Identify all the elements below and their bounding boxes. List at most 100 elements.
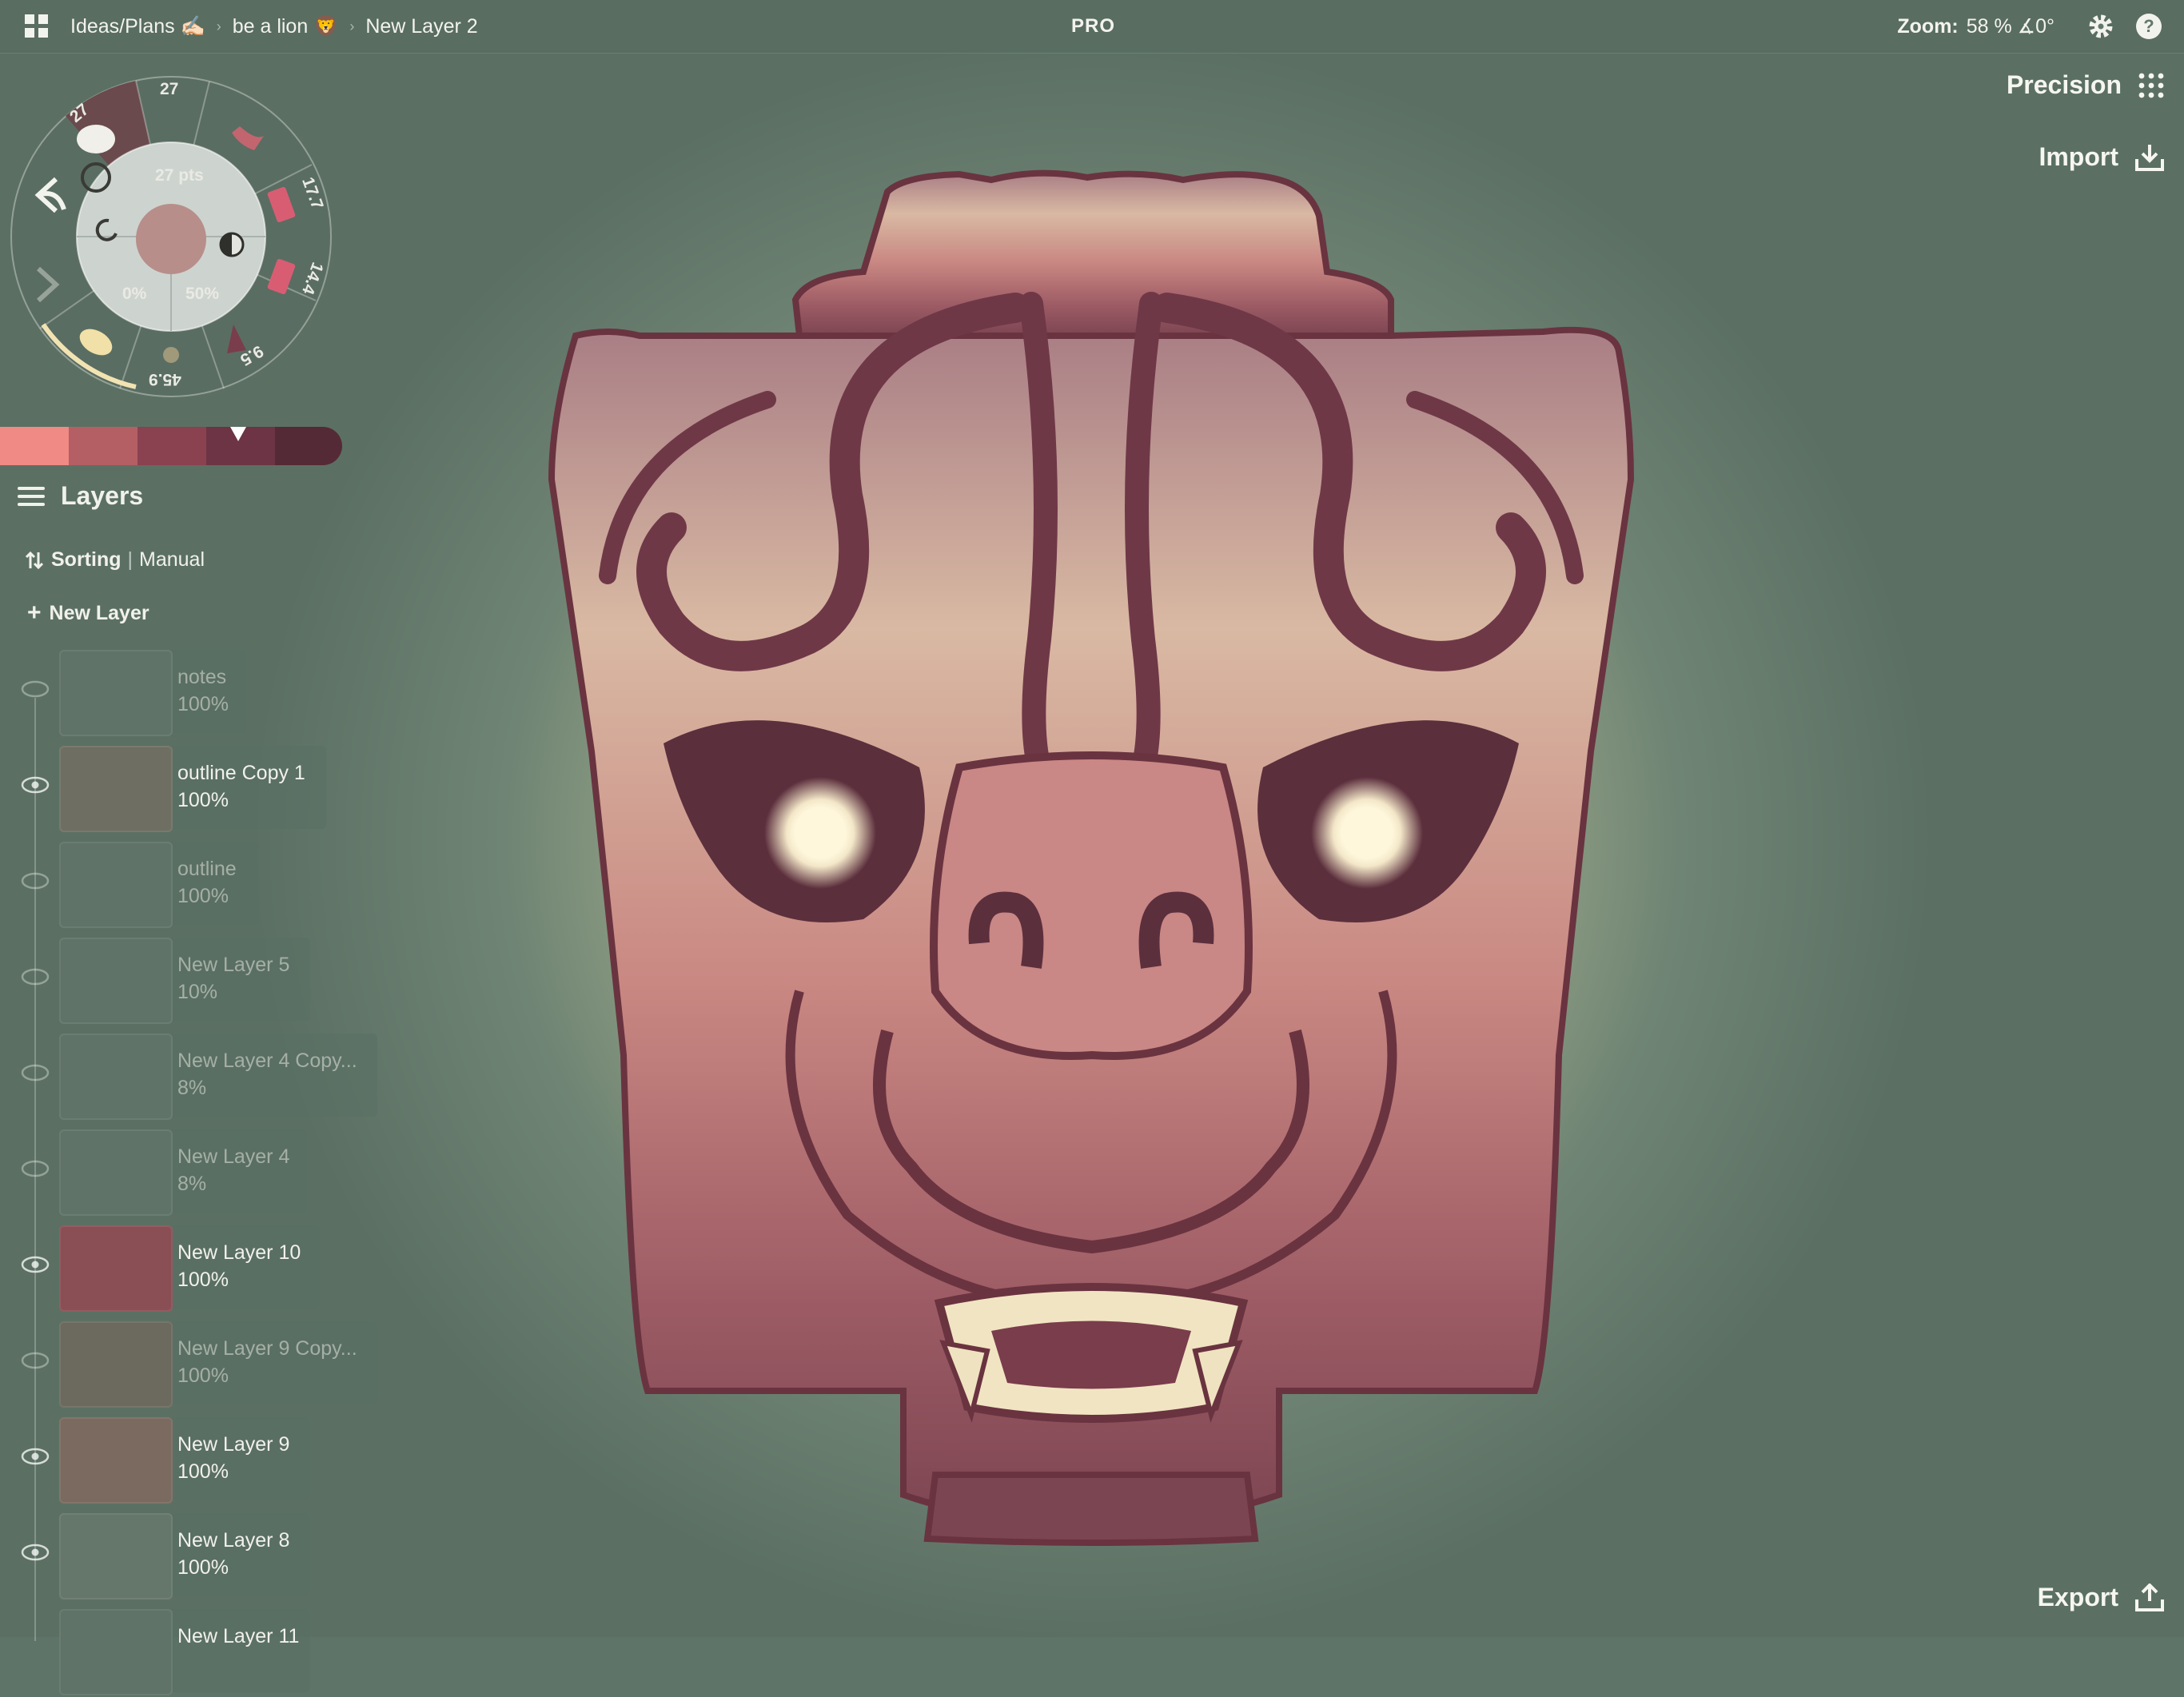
layer-opacity: 100%: [177, 1364, 229, 1387]
tool-size-label: 45.9: [149, 370, 181, 388]
eye-icon[interactable]: [21, 776, 50, 794]
layers-title: Layers: [61, 481, 144, 510]
top-bar: Ideas/Plans ✍🏻 › be a lion 🦁 › New Layer…: [0, 0, 2184, 54]
layer-row[interactable]: outline 100%: [0, 842, 384, 930]
layer-name: New Layer 10: [177, 1241, 301, 1264]
layer-name: New Layer 9: [177, 1433, 290, 1456]
export-label: Export: [2037, 1583, 2118, 1611]
layer-opacity: 100%: [177, 885, 229, 907]
layer-row[interactable]: New Layer 9 Copy... 100%: [0, 1321, 384, 1409]
breadcrumb: Ideas/Plans ✍🏻 › be a lion 🦁 › New Layer…: [70, 0, 478, 53]
color-history-strip[interactable]: [0, 427, 342, 465]
layer-row[interactable]: notes 100%: [0, 650, 384, 738]
layer-thumbnail[interactable]: [59, 1034, 173, 1120]
color-swatch[interactable]: [275, 427, 342, 465]
layer-opacity: 100%: [177, 693, 229, 715]
active-brush-icon[interactable]: [77, 125, 115, 153]
layers-icon: [18, 486, 45, 506]
size-value: 27 pts: [155, 166, 204, 185]
smoothing-value[interactable]: 50%: [185, 285, 219, 304]
layer-name: notes: [177, 666, 227, 688]
layer-name: New Layer 4 Copy...: [177, 1050, 357, 1072]
layer-name: New Layer 4: [177, 1145, 290, 1168]
layer-thumbnail[interactable]: [59, 1321, 173, 1408]
layer-name: New Layer 5: [177, 954, 290, 976]
layers-header[interactable]: Layers: [18, 481, 143, 511]
pro-badge[interactable]: PRO: [1071, 0, 1115, 53]
color-swatch[interactable]: [0, 427, 69, 465]
layer-row[interactable]: New Layer 4 8%: [0, 1129, 384, 1217]
layer-row[interactable]: New Layer 8 100%: [0, 1513, 384, 1601]
layer-name: New Layer 9 Copy...: [177, 1337, 357, 1360]
export-button[interactable]: Export: [2038, 1583, 2165, 1612]
help-icon[interactable]: ?: [2134, 12, 2163, 41]
eye-icon[interactable]: [21, 1544, 50, 1561]
eye-hidden-icon[interactable]: [21, 1160, 50, 1177]
eye-hidden-icon[interactable]: [21, 1064, 50, 1082]
eye-icon[interactable]: [21, 1448, 50, 1465]
dots-grid-icon: [2138, 73, 2164, 98]
layer-row[interactable]: New Layer 9 100%: [0, 1417, 384, 1505]
opacity-value[interactable]: 0%: [122, 285, 146, 304]
layer-opacity: 8%: [177, 1077, 207, 1099]
layer-thumbnail[interactable]: [59, 1417, 173, 1504]
layer-row[interactable]: outline Copy 1 100%: [0, 746, 384, 834]
layer-name: New Layer 8: [177, 1529, 290, 1552]
layer-opacity: 100%: [177, 1269, 229, 1291]
layer-row[interactable]: New Layer 10 100%: [0, 1225, 384, 1313]
layer-opacity: 100%: [177, 1556, 229, 1579]
layer-thumbnail[interactable]: [59, 1225, 173, 1312]
precision-label: Precision: [2006, 70, 2122, 99]
import-button[interactable]: Import: [2039, 142, 2165, 172]
plus-icon: +: [27, 600, 42, 626]
eye-icon[interactable]: [21, 1256, 50, 1273]
layer-thumbnail[interactable]: [59, 1129, 173, 1216]
sorting-label: Sorting: [51, 548, 122, 571]
grid-menu-icon[interactable]: [22, 12, 51, 41]
new-layer-button[interactable]: + New Layer: [27, 600, 149, 627]
brush-wheel[interactable]: 27 pts 0% 50% 27 27 17.7 14.4 9.5 45.9: [0, 53, 352, 420]
import-icon: [2135, 144, 2164, 171]
gear-icon[interactable]: [2086, 12, 2115, 41]
layer-thumbnail[interactable]: [59, 1609, 173, 1695]
layer-name: outline Copy 1: [177, 762, 305, 784]
soft-brush-icon[interactable]: [163, 347, 179, 363]
eye-hidden-icon[interactable]: [21, 968, 50, 986]
layer-row[interactable]: New Layer 11: [0, 1609, 384, 1697]
layer-opacity: 10%: [177, 981, 218, 1003]
layer-thumbnail[interactable]: [59, 746, 173, 832]
layer-opacity: 100%: [177, 1460, 229, 1483]
precision-button[interactable]: Precision: [2007, 70, 2165, 100]
zoom-indicator[interactable]: Zoom: 58 % ∡0°: [1897, 0, 2054, 53]
layer-opacity: 8%: [177, 1173, 207, 1195]
layer-thumbnail[interactable]: [59, 1513, 173, 1599]
layer-thumbnail[interactable]: [59, 938, 173, 1024]
color-selected-marker-icon: [230, 427, 246, 441]
export-icon: [2135, 1583, 2164, 1611]
breadcrumb-item-folder[interactable]: Ideas/Plans ✍🏻: [70, 15, 205, 38]
layer-thumbnail[interactable]: [59, 650, 173, 736]
new-layer-label: New Layer: [49, 601, 149, 624]
color-swatch[interactable]: [69, 427, 137, 465]
sort-icon: [26, 551, 43, 569]
breadcrumb-item-drawing[interactable]: be a lion 🦁: [233, 15, 339, 38]
layer-name: outline: [177, 858, 237, 880]
eye-hidden-icon[interactable]: [21, 680, 50, 698]
sorting-value: Manual: [139, 548, 205, 571]
eye-hidden-icon[interactable]: [21, 1352, 50, 1369]
sorting-control[interactable]: Sorting | Manual: [26, 548, 205, 572]
zoom-value: 58 % ∡0°: [1966, 15, 2054, 38]
sorting-divider: |: [127, 548, 134, 571]
layer-row[interactable]: New Layer 4 Copy... 8%: [0, 1034, 384, 1121]
layer-opacity: 100%: [177, 789, 229, 811]
breadcrumb-item-layer[interactable]: New Layer 2: [365, 15, 477, 38]
eye-hidden-icon[interactable]: [21, 872, 50, 890]
zoom-label: Zoom:: [1897, 14, 1959, 38]
import-label: Import: [2039, 142, 2118, 171]
color-swatch[interactable]: [137, 427, 206, 465]
brush-wheel-ring[interactable]: [0, 53, 352, 420]
layer-thumbnail[interactable]: [59, 842, 173, 928]
contrast-icon[interactable]: [219, 232, 245, 257]
layer-row[interactable]: New Layer 5 10%: [0, 938, 384, 1026]
svg-text:?: ?: [2143, 16, 2154, 36]
